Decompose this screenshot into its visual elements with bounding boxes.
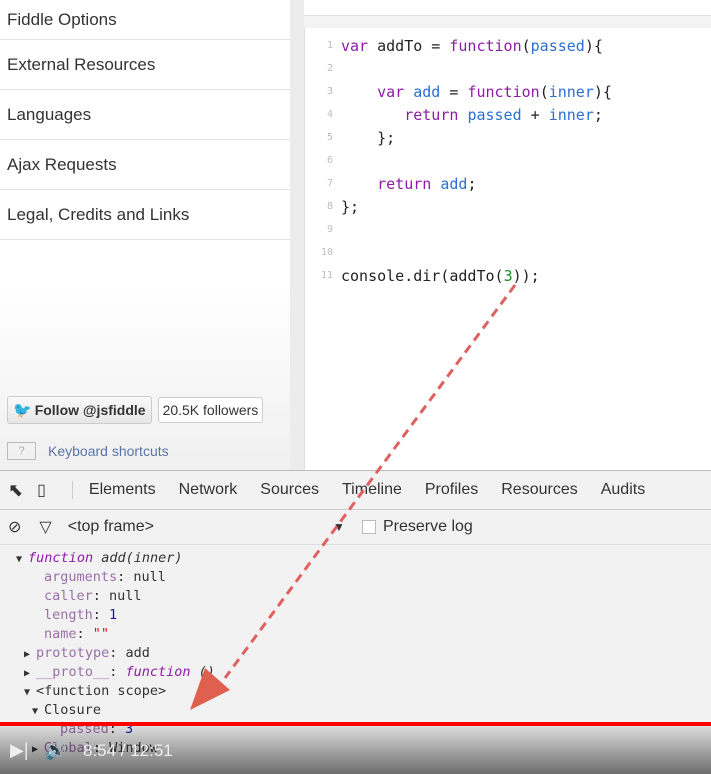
next-icon[interactable]: ▶|: [10, 740, 29, 761]
video-player-controls: ▶| 🔊 8:54 / 12:51: [0, 722, 711, 774]
arrow-head: [190, 668, 230, 710]
video-control-row: ▶| 🔊 8:54 / 12:51: [10, 740, 173, 761]
volume-icon[interactable]: 🔊: [45, 740, 67, 761]
video-progress-bar[interactable]: [0, 722, 711, 726]
dashed-arrow-line: [223, 284, 517, 679]
video-time: 8:54 / 12:51: [82, 740, 173, 760]
annotation-arrow: [190, 284, 517, 710]
